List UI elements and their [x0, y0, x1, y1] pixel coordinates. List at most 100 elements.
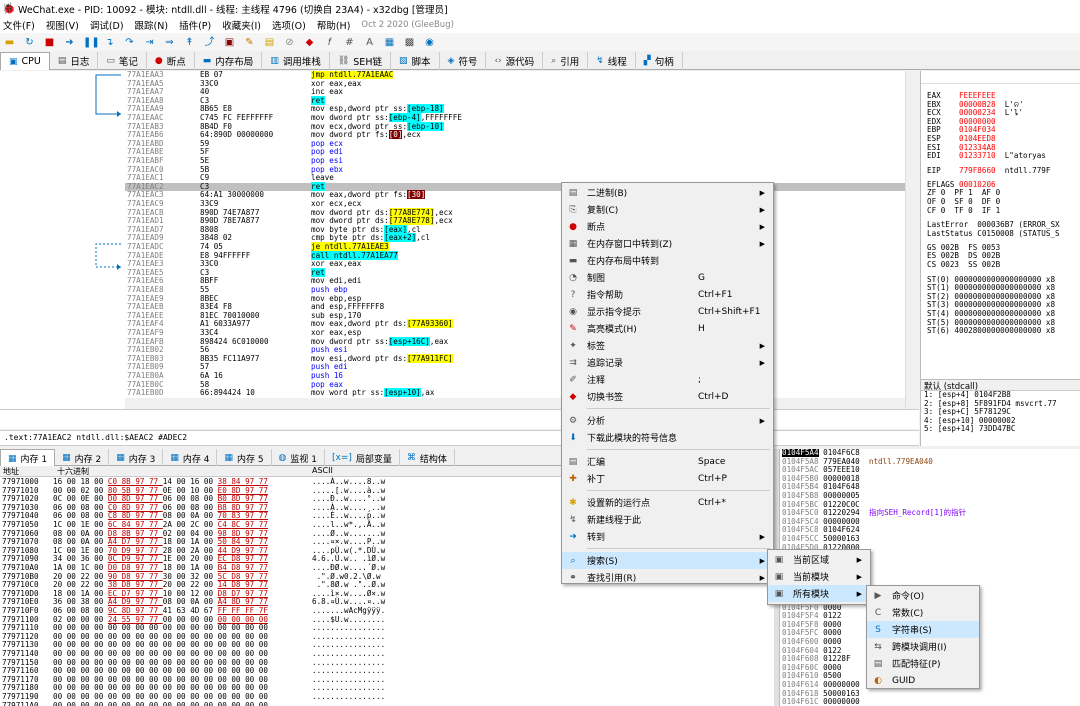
ctx-item-14[interactable]: ⚙ 分析 ▶ [562, 412, 773, 429]
trace-over-icon[interactable]: ⇒ [163, 36, 176, 49]
disasm-row[interactable]: 77A1EADE E8 94FFFFFF call ntdll.77A1EA77 [125, 250, 919, 261]
tab-9[interactable]: ‹› 源代码 [486, 52, 544, 70]
close-icon[interactable]: ■ [43, 36, 56, 49]
disasm-row[interactable]: 77A1EABE 5F pop edi [125, 148, 919, 157]
ctx-item-15[interactable]: ⬇ 下载此模块的符号信息 [562, 429, 773, 446]
fpu-row[interactable]: ST(6) 4002800000000000000 x8 [927, 327, 1055, 336]
ctx-item-12[interactable]: ◆ 切换书签 Ctrl+D [562, 388, 773, 405]
modules-sub-item-4[interactable]: ▤ 匹配特征(P) [867, 655, 979, 672]
comments-icon[interactable]: ▤ [263, 36, 276, 49]
call-args-panel[interactable]: 默认 (stdcall) 1: [esp+4] 0104F2B8 2: [esp+… [920, 379, 1080, 446]
ctx-item-18[interactable]: ✚ 补丁 Ctrl+P [562, 470, 773, 487]
tab-12[interactable]: ▞ 句柄 [636, 52, 683, 70]
dump-tab-7[interactable]: ⌘ 结构体 [400, 449, 455, 467]
ctx-item-17[interactable]: ▤ 汇编 Space [562, 453, 773, 470]
reg-value[interactable]: 01233710 [959, 151, 996, 160]
font-icon[interactable]: A [363, 36, 376, 49]
disasm-row[interactable]: 77A1EAE3 33C0 xor eax,eax [125, 260, 919, 269]
segment-row[interactable]: CS 0023 SS 002B [927, 260, 1000, 270]
modules-sub-item-0[interactable]: ▶ 命令(O) [867, 587, 979, 604]
help-icon[interactable]: ◉ [423, 36, 436, 49]
hash-icon[interactable]: # [343, 36, 356, 49]
ctx-item-25[interactable]: ⚭ 查找引用(R) ▶ [562, 569, 773, 586]
menu-5[interactable]: 收藏夹(I) [222, 18, 261, 32]
disasm-row[interactable]: 77A1EAAC C745 FC FEFFFFFF mov dword ptr ss… [125, 113, 919, 123]
scylla-icon[interactable]: ▣ [223, 36, 236, 49]
bookmark-icon[interactable]: ◆ [303, 36, 316, 49]
modules-sub-item-1[interactable]: C 常数(C) [867, 604, 979, 621]
dump-tab-4[interactable]: ▦ 内存 5 [217, 449, 272, 467]
disasm-row[interactable]: 77A1EAE6 8BFF mov edi,edi [125, 277, 919, 286]
disasm-row[interactable]: 77A1EAA3 EB 07 jmp ntdll.77A1EAAC [125, 71, 919, 80]
disasm-row[interactable]: 77A1EAA8 C3 ret [125, 95, 919, 106]
tab-8[interactable]: ◈ 符号 [440, 52, 487, 70]
disasm-row[interactable]: 77A1EAC1 C9 leave [125, 174, 919, 183]
tab-10[interactable]: ⌕ 引用 [543, 52, 589, 70]
ctx-item-0[interactable]: ▤ 二进制(B) ▶ [562, 184, 773, 201]
disasm-row[interactable]: 77A1EB03 8B35 FC11A977 mov esi,dword ptr d… [125, 353, 919, 364]
dump-tab-1[interactable]: ▦ 内存 2 [55, 449, 110, 467]
ctx-item-5[interactable]: ◔ 制图 G [562, 269, 773, 286]
patch-icon[interactable]: ✎ [243, 36, 256, 49]
dump-tab-5[interactable]: ◍ 监视 1 [272, 449, 325, 467]
disasm-row[interactable]: 77A1EAE5 C3 ret [125, 267, 919, 278]
ctx-item-9[interactable]: ✦ 标签 ▶ [562, 337, 773, 354]
dump-tab-6[interactable]: [x=] 局部变量 [325, 449, 400, 467]
disasm-row[interactable]: 77A1EAE8 55 push ebp [125, 285, 919, 295]
ctx-item-2[interactable]: ● 断点 ▶ [562, 218, 773, 235]
ctx-item-1[interactable]: ⎘ 复制(C) ▶ [562, 201, 773, 218]
disasm-row[interactable]: 77A1EAB6 64:890D 00000000 mov dword ptr fs… [125, 130, 919, 140]
dump-tab-3[interactable]: ▦ 内存 4 [163, 449, 218, 467]
calculator-icon[interactable]: ▩ [403, 36, 416, 49]
menu-6[interactable]: 选项(O) [272, 18, 306, 32]
disasm-row[interactable]: 77A1EAA5 33C0 xor eax,eax [125, 79, 919, 89]
open-icon[interactable]: ▬ [3, 36, 16, 49]
tab-11[interactable]: ↯ 线程 [588, 52, 636, 70]
menu-0[interactable]: 文件(F) [3, 18, 35, 32]
reg-value[interactable]: 779F8660 [959, 166, 996, 175]
menu-3[interactable]: 跟踪(N) [135, 18, 169, 32]
execute-till-return-icon[interactable]: ⤴ [203, 36, 216, 49]
modules-sub-item-5[interactable]: ◐ GUID [867, 672, 979, 689]
disasm-row[interactable]: 77A1EAD7 8808 mov byte ptr ds:[eax],cl [125, 224, 919, 235]
ctx-item-21[interactable]: ↯ 新建线程于此 [562, 511, 773, 528]
labels-icon[interactable]: ⊘ [283, 36, 296, 49]
dump-address[interactable]: 779711A0 [2, 701, 39, 706]
ctx-item-6[interactable]: ? 指令帮助 Ctrl+F1 [562, 286, 773, 303]
menu-7[interactable]: 帮助(H) [317, 18, 351, 32]
disasm-row[interactable]: 77A1EAFB 898424 6C010000 mov dword ptr ss:… [125, 336, 919, 347]
dump-tab-0[interactable]: ▦ 内存 1 [0, 449, 56, 467]
stack-row[interactable]: 0104F61C 00000000 [782, 697, 860, 706]
ctx-item-20[interactable]: ✱ 设置新的运行点 Ctrl+* [562, 494, 773, 511]
settings-icon[interactable]: ▦ [383, 36, 396, 49]
modules-sub-item-3[interactable]: ⇆ 跨模块调用(I) [867, 638, 979, 655]
step-into-icon[interactable]: ↴ [103, 36, 116, 49]
disasm-row[interactable]: 77A1EB09 57 push edi [125, 363, 919, 372]
ctx-item-24[interactable]: ⌕ 搜索(S) ▶ [562, 552, 773, 569]
tab-0[interactable]: ▣ CPU [0, 52, 50, 70]
tab-7[interactable]: ▧ 脚本 [391, 52, 440, 70]
tab-3[interactable]: ● 断点 [147, 52, 195, 70]
stack-value[interactable]: 00000000 [819, 697, 860, 706]
menu-4[interactable]: 插件(P) [179, 18, 211, 32]
registers-header[interactable] [921, 71, 1080, 84]
stack-address[interactable]: 0104F61C [782, 697, 819, 706]
search-sub-item-1[interactable]: ▣ 当前模块 ▶ [768, 568, 870, 585]
dump-hex[interactable]: 00 00 00 00 00 00 00 00 00 00 00 00 00 0… [53, 701, 268, 706]
search-sub-item-0[interactable]: ▣ 当前区域 ▶ [768, 551, 870, 568]
registers-panel[interactable]: EAX FEEEFEEE EBX 00000B28 L'ନ' ECX 0000023… [920, 71, 1080, 380]
tab-4[interactable]: ▬ 内存布局 [195, 52, 263, 70]
call-arg-row[interactable]: 5: [esp+14] 73DD47BC [921, 425, 1080, 434]
disasm-row[interactable]: 77A1EABF 5E pop esi [125, 156, 919, 166]
tab-6[interactable]: ⛓ SEH链 [330, 52, 391, 70]
tab-1[interactable]: ▤ 日志 [50, 52, 99, 70]
tab-2[interactable]: ▭ 笔记 [98, 52, 147, 70]
disasm-row[interactable]: 77A1EAC0 5B pop ebx [125, 165, 919, 175]
disasm-row[interactable]: 77A1EAE9 8BEC mov ebp,esp [125, 294, 919, 304]
restart-icon[interactable]: ↻ [23, 36, 36, 49]
disasm-row[interactable]: 77A1EB0A 6A 16 push 16 [125, 371, 919, 381]
modules-sub-item-2[interactable]: S 字符串(S) [867, 621, 979, 638]
reg-eip[interactable]: EIP 779F8660 ntdll.779F [927, 166, 1050, 176]
menu-1[interactable]: 视图(V) [46, 18, 79, 32]
ctx-item-3[interactable]: ▦ 在内存窗口中转到(Z) ▶ [562, 235, 773, 252]
